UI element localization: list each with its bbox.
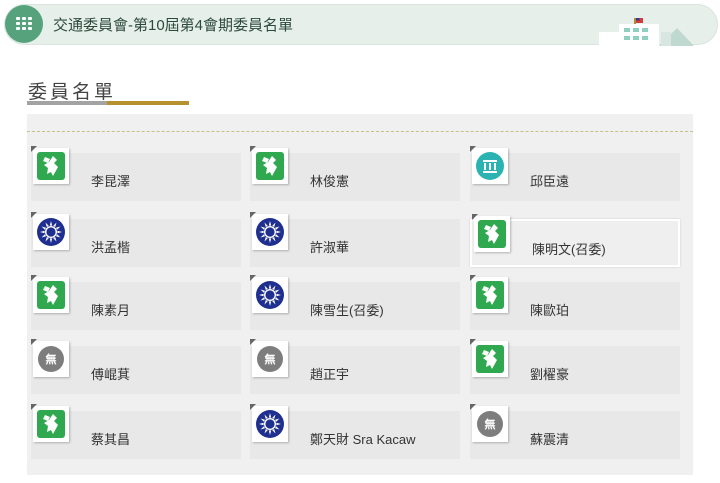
member-card[interactable]: 鄭天財 Sra Kacaw bbox=[250, 404, 460, 459]
independent-badge-label: 無 bbox=[45, 354, 57, 366]
member-card[interactable]: 無蘇震清 bbox=[470, 404, 680, 459]
member-card[interactable]: 邱臣遠 bbox=[470, 146, 680, 201]
member-name: 陳素月 bbox=[91, 303, 131, 318]
member-name: 陳雪生(召委) bbox=[310, 303, 384, 318]
grid-menu-icon bbox=[16, 17, 32, 31]
member-list-panel: 李昆澤 林俊憲 邱臣遠 洪孟楷 許淑華 陳明文(召委) 陳素月 陳雪生(召委) … bbox=[27, 114, 693, 475]
member-avatar bbox=[472, 214, 510, 252]
member-name: 陳歐珀 bbox=[530, 303, 570, 318]
dpp-icon bbox=[37, 152, 65, 180]
menu-button[interactable] bbox=[5, 5, 43, 43]
member-avatar bbox=[250, 146, 288, 184]
dpp-icon bbox=[37, 410, 65, 438]
member-avatar bbox=[250, 212, 288, 250]
member-avatar bbox=[250, 404, 288, 442]
dpp-icon bbox=[476, 281, 504, 309]
member-card[interactable]: 陳雪生(召委) bbox=[250, 275, 460, 330]
tpp-icon bbox=[476, 152, 504, 180]
member-avatar bbox=[31, 212, 69, 250]
page-title: 交通委員會-第10屆第4會期委員名單 bbox=[53, 17, 294, 34]
independent-badge-label: 無 bbox=[264, 354, 276, 366]
member-avatar: 無 bbox=[31, 339, 69, 377]
member-avatar bbox=[470, 275, 508, 313]
member-card[interactable]: 洪孟楷 bbox=[31, 212, 241, 267]
independent-badge-label: 無 bbox=[484, 419, 496, 431]
member-name: 蘇震清 bbox=[530, 432, 570, 447]
member-avatar bbox=[470, 339, 508, 377]
member-name: 傅崐萁 bbox=[91, 367, 131, 382]
title-underline-accent bbox=[107, 101, 189, 105]
member-avatar: 無 bbox=[250, 339, 288, 377]
kmt-icon bbox=[256, 281, 284, 309]
member-card[interactable]: 許淑華 bbox=[250, 212, 460, 267]
member-name: 邱臣遠 bbox=[530, 174, 570, 189]
member-card[interactable]: 陳素月 bbox=[31, 275, 241, 330]
member-card[interactable]: 陳歐珀 bbox=[470, 275, 680, 330]
member-name: 洪孟楷 bbox=[91, 240, 131, 255]
legislature-building-icon bbox=[599, 18, 694, 46]
member-card[interactable]: 林俊憲 bbox=[250, 146, 460, 201]
member-avatar bbox=[250, 275, 288, 313]
kmt-icon bbox=[256, 218, 284, 246]
dpp-icon bbox=[478, 220, 506, 248]
header: 交通委員會-第10屆第4會期委員名單 bbox=[0, 0, 720, 50]
member-name: 劉櫂豪 bbox=[530, 367, 570, 382]
member-name: 許淑華 bbox=[310, 240, 350, 255]
divider bbox=[27, 131, 693, 132]
member-card[interactable]: 蔡其昌 bbox=[31, 404, 241, 459]
member-card[interactable]: 李昆澤 bbox=[31, 146, 241, 201]
member-name: 陳明文(召委) bbox=[532, 242, 606, 257]
kmt-icon bbox=[37, 218, 65, 246]
member-avatar bbox=[31, 146, 69, 184]
member-card[interactable]: 無趙正宇 bbox=[250, 339, 460, 394]
dpp-icon bbox=[476, 345, 504, 373]
member-name: 鄭天財 Sra Kacaw bbox=[310, 432, 416, 447]
member-name: 李昆澤 bbox=[91, 174, 131, 189]
member-avatar bbox=[31, 275, 69, 313]
member-name: 趙正宇 bbox=[310, 367, 350, 382]
member-card[interactable]: 劉櫂豪 bbox=[470, 339, 680, 394]
member-avatar bbox=[470, 146, 508, 184]
dpp-icon bbox=[256, 152, 284, 180]
section-title: 委員名單 bbox=[28, 82, 117, 103]
member-card[interactable]: 陳明文(召委) bbox=[470, 214, 680, 267]
member-name: 蔡其昌 bbox=[91, 432, 131, 447]
member-name: 林俊憲 bbox=[310, 174, 350, 189]
member-avatar bbox=[31, 404, 69, 442]
member-card[interactable]: 無傅崐萁 bbox=[31, 339, 241, 394]
dpp-icon bbox=[37, 281, 65, 309]
kmt-icon bbox=[256, 410, 284, 438]
member-avatar: 無 bbox=[470, 404, 508, 442]
title-underline bbox=[27, 101, 107, 105]
